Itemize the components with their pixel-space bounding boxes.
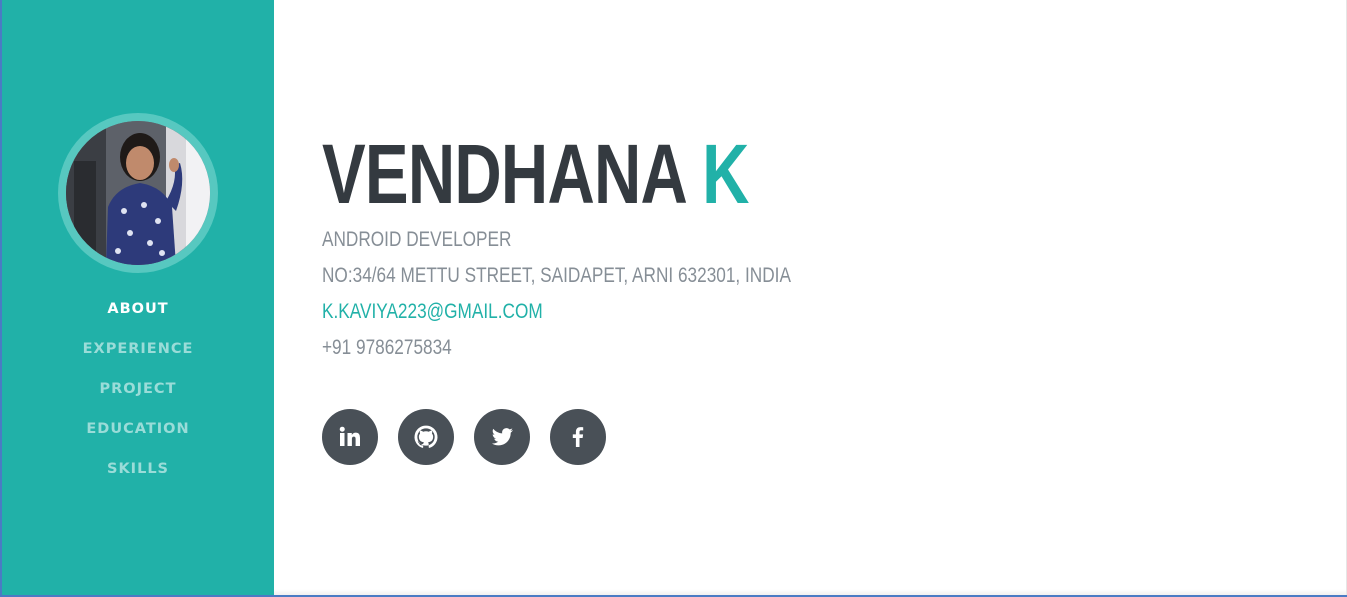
github-button[interactable]	[398, 409, 454, 465]
facebook-button[interactable]	[550, 409, 606, 465]
profile-avatar	[66, 121, 210, 265]
last-name: K	[702, 127, 749, 221]
about-section: VENDHANA K ANDROID DEVELOPER NO:34/64 ME…	[322, 126, 1302, 366]
twitter-button[interactable]	[474, 409, 530, 465]
nav-item-project[interactable]: PROJECT	[2, 378, 274, 418]
profile-phone: +91 9786275834	[322, 336, 452, 359]
social-links	[322, 409, 626, 465]
nav-item-experience[interactable]: EXPERIENCE	[2, 338, 274, 378]
profile-name: VENDHANA K	[322, 126, 1086, 222]
profile-photo	[66, 121, 210, 265]
github-icon	[414, 425, 438, 448]
nav-item-education[interactable]: EDUCATION	[2, 418, 274, 458]
email-link[interactable]: K.KAVIYA223@GMAIL.COM	[322, 294, 1126, 330]
profile-role: ANDROID DEVELOPER	[322, 228, 512, 251]
sidebar-nav: ABOUT EXPERIENCE PROJECT EDUCATION SKILL…	[2, 298, 274, 498]
profile-address: NO:34/64 METTU STREET, SAIDAPET, ARNI 63…	[322, 264, 791, 287]
first-name: VENDHANA	[322, 127, 685, 221]
twitter-icon	[491, 428, 513, 446]
resume-page: ABOUT EXPERIENCE PROJECT EDUCATION SKILL…	[0, 0, 1347, 597]
facebook-icon	[572, 427, 584, 447]
nav-item-about[interactable]: ABOUT	[2, 298, 274, 338]
linkedin-button[interactable]	[322, 409, 378, 465]
sidebar: ABOUT EXPERIENCE PROJECT EDUCATION SKILL…	[2, 0, 274, 595]
bottom-shadow	[274, 589, 1347, 595]
profile-avatar-ring	[58, 113, 218, 273]
nav-item-skills[interactable]: SKILLS	[2, 458, 274, 498]
linkedin-icon	[339, 426, 360, 446]
